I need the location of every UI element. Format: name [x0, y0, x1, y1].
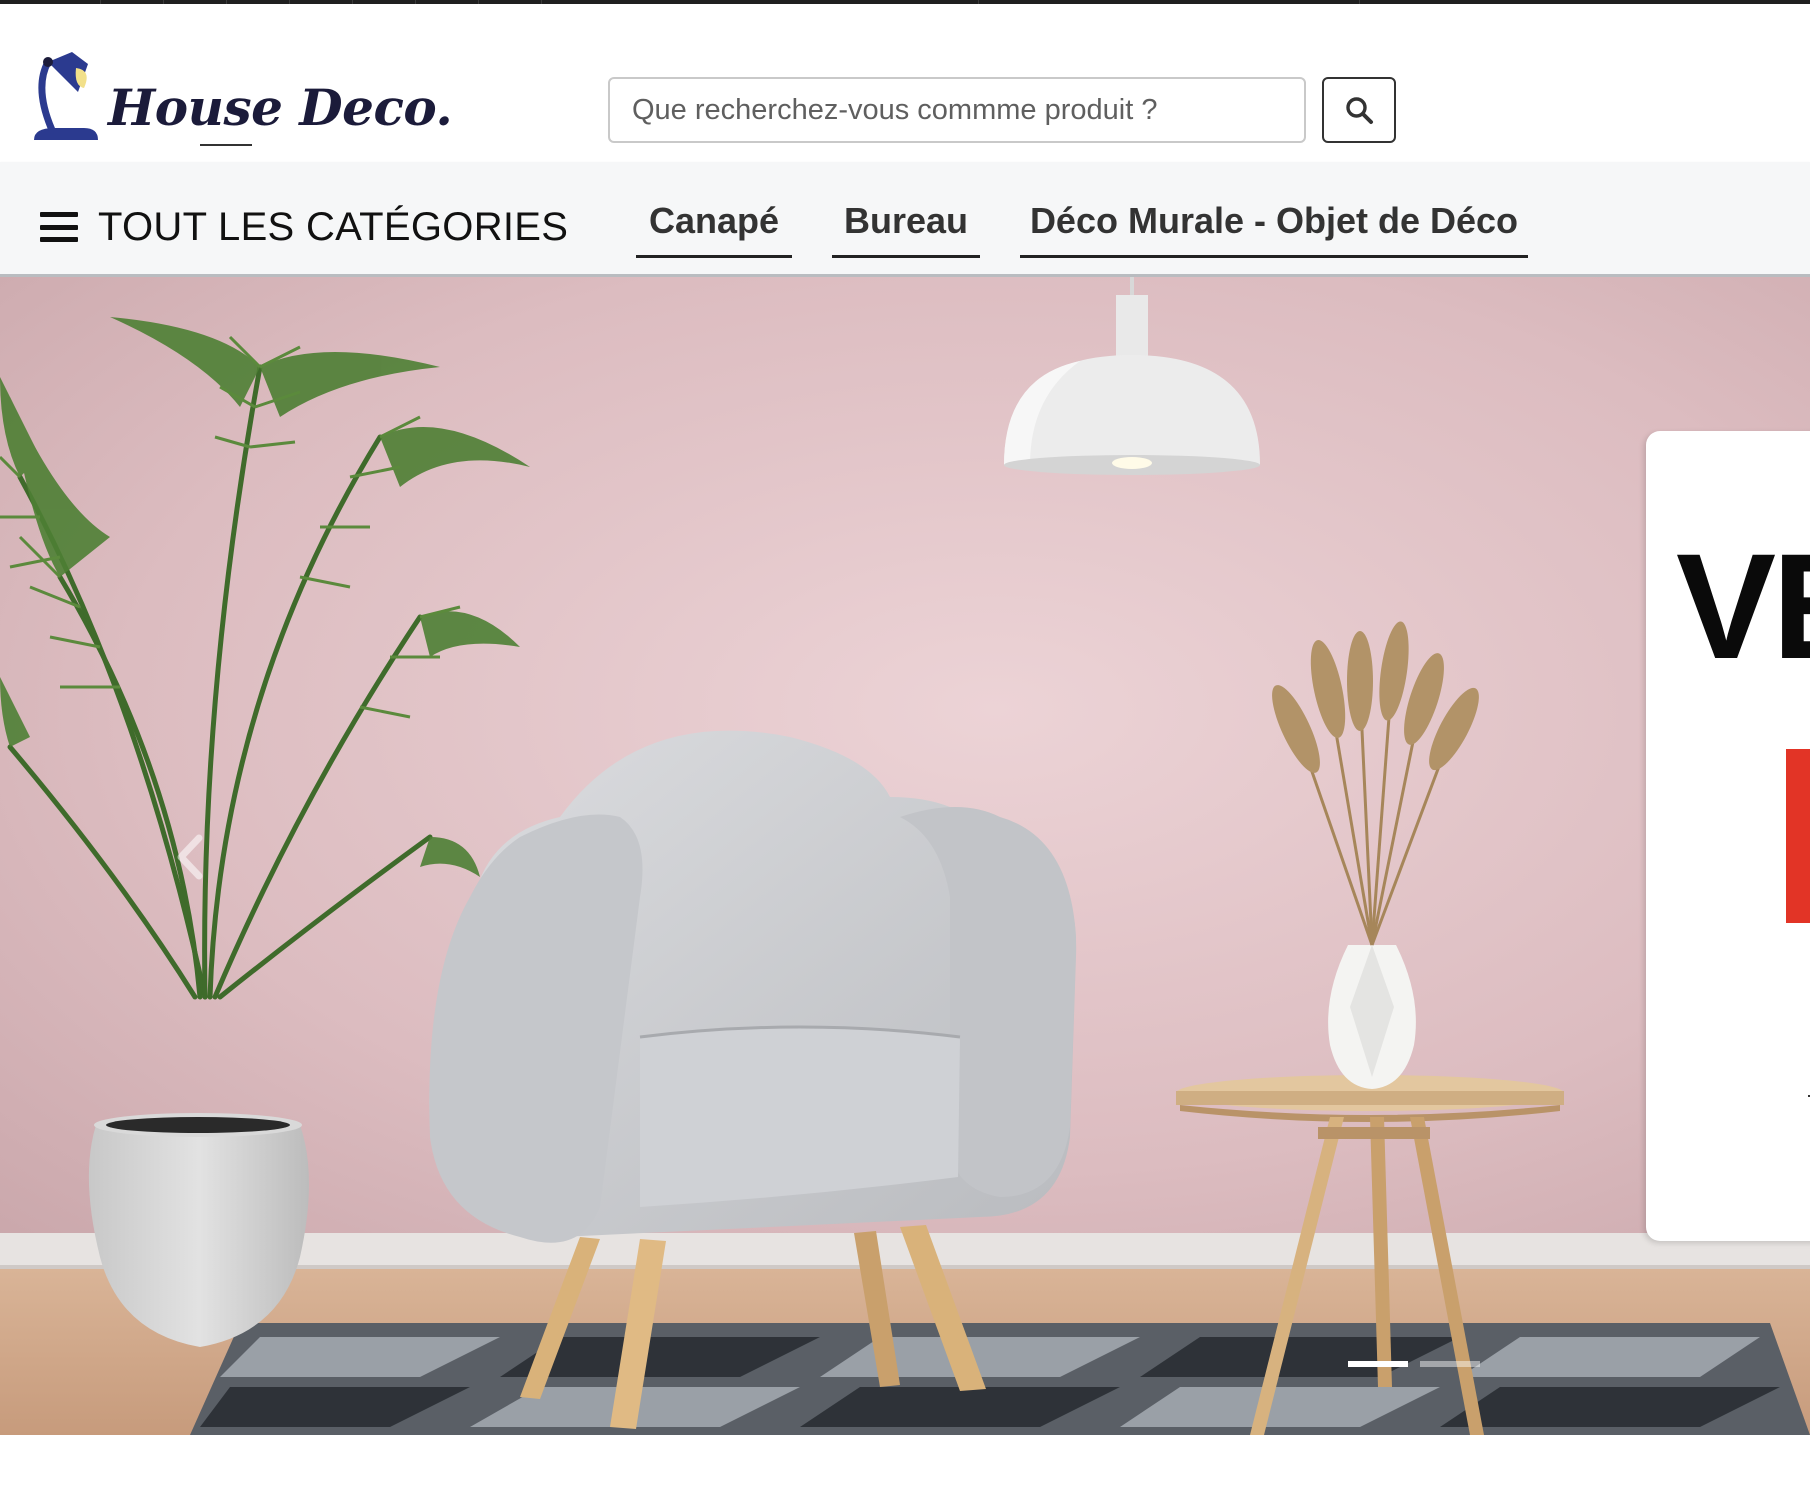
promo-banner-card[interactable]: VE: [1646, 431, 1810, 1241]
promo-red-block: [1786, 749, 1810, 923]
hero-slide-image: [0, 277, 1810, 1435]
nav-link-bureau[interactable]: Bureau: [832, 192, 980, 258]
site-logo[interactable]: House Deco.: [26, 48, 453, 148]
category-navbar: TOUT LES CATÉGORIES Canapé Bureau Déco M…: [0, 162, 1810, 277]
search-input[interactable]: [608, 77, 1306, 143]
search-icon: [1346, 97, 1373, 124]
logo-underline: [200, 144, 252, 146]
all-categories-label: TOUT LES CATÉGORIES: [98, 204, 569, 249]
nav-link-canape[interactable]: Canapé: [636, 192, 792, 258]
site-header: House Deco.: [0, 4, 1810, 162]
desk-lamp-icon: [34, 52, 98, 140]
page-below-hero: [0, 1435, 1810, 1488]
chevron-left-icon: [177, 834, 203, 880]
logo-text: House Deco.: [108, 78, 453, 137]
nav-link-deco-murale[interactable]: Déco Murale - Objet de Déco: [1020, 192, 1528, 258]
hero-carousel: VE: [0, 277, 1810, 1435]
carousel-prev-button[interactable]: [160, 817, 220, 897]
carousel-indicators: [1348, 1361, 1480, 1367]
carousel-indicator-2[interactable]: [1420, 1361, 1480, 1367]
carousel-indicator-1[interactable]: [1348, 1361, 1408, 1367]
promo-banner-text: VE: [1676, 522, 1810, 690]
search-button[interactable]: [1322, 77, 1396, 143]
hamburger-icon: [40, 212, 78, 242]
all-categories-button[interactable]: TOUT LES CATÉGORIES: [40, 202, 568, 252]
